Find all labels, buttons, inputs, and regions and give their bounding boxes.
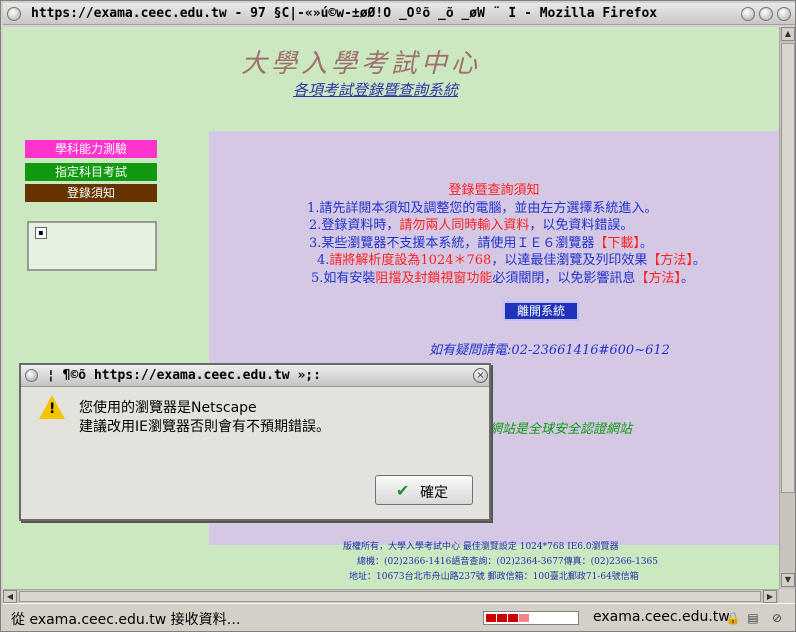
menu-designated-subjects[interactable]: 指定科目考試: [25, 163, 157, 181]
contact-phone: 如有疑問請電:02-23661416#600~612: [429, 343, 670, 358]
block-icon[interactable]: ⊘: [769, 610, 785, 626]
page-subtitle-link[interactable]: 各項考試登錄暨查詢系統: [293, 79, 458, 100]
minimize-icon[interactable]: [741, 7, 755, 21]
dialog-close-icon[interactable]: ×: [473, 368, 488, 383]
dialog-message-line-1: 您使用的瀏覽器是Netscape: [79, 400, 257, 416]
secure-site-text: 網站是全球安全認證網站: [489, 422, 633, 437]
notice-line-5: 5.如有安裝阻擋及封鎖視窗功能必須關閉，以免影響訊息【方法】。: [311, 271, 694, 286]
vertical-scrollbar[interactable]: ▲ ▼: [779, 27, 795, 589]
progress-bar: [483, 611, 579, 625]
ok-button[interactable]: ✔ 確定: [375, 475, 473, 505]
footer-line-2: 總機：(02)2366-1416語音查詢：(02)2364-3677傳真：(02…: [357, 557, 658, 567]
title-bar: https://exama.ceec.edu.tw - 97 §C|-«»ú©w…: [3, 3, 795, 25]
method-link-1[interactable]: 【方法】: [647, 253, 693, 268]
horizontal-scrollbar[interactable]: ◀ ▶: [3, 589, 779, 603]
dialog-title-bar: ¦ ¶©õ https://exama.ceec.edu.tw »;: ×: [21, 365, 489, 387]
page-info-icon[interactable]: ▤: [745, 610, 761, 626]
broken-image-icon: ▪: [35, 227, 47, 239]
status-domain: exama.ceec.edu.tw: [593, 609, 730, 625]
footer-line-1: 版權所有，大學入學考試中心 最佳瀏覽設定 1024*768 IE6.0瀏覽器: [343, 542, 619, 552]
scroll-left-icon[interactable]: ◀: [3, 590, 17, 603]
site-logo: 大學入學考試中心: [241, 49, 482, 79]
window-title: https://exama.ceec.edu.tw - 97 §C|-«»ú©w…: [31, 6, 658, 21]
status-bar: 從 exama.ceec.edu.tw 接收資料… exama.ceec.edu…: [3, 603, 795, 631]
scroll-down-icon[interactable]: ▼: [781, 573, 795, 587]
dialog-title: ¦ ¶©õ https://exama.ceec.edu.tw »;:: [47, 368, 321, 383]
alert-dialog: ¦ ¶©õ https://exama.ceec.edu.tw »;: × ! …: [19, 363, 491, 521]
menu-ability-test[interactable]: 學科能力測驗: [25, 140, 157, 158]
browser-window: https://exama.ceec.edu.tw - 97 §C|-«»ú©w…: [0, 0, 796, 632]
dialog-message-line-2: 建議改用IE瀏覽器否則會有不預期錯誤。: [79, 419, 330, 435]
menu-login-notice[interactable]: 登錄須知: [25, 184, 157, 202]
notice-line-4: 4.請將解析度設為1024＊768，以達最佳瀏覽及列印效果【方法】。: [317, 253, 706, 268]
horizontal-scroll-thumb[interactable]: [19, 591, 761, 602]
scroll-right-icon[interactable]: ▶: [763, 590, 777, 603]
scroll-up-icon[interactable]: ▲: [781, 27, 795, 41]
maximize-icon[interactable]: [759, 7, 773, 21]
check-icon: ✔: [396, 481, 410, 500]
side-image-box: ▪: [27, 221, 157, 271]
window-menu-icon[interactable]: [7, 7, 21, 21]
notice-title: 登錄暨查詢須知: [448, 183, 540, 198]
status-text: 從 exama.ceec.edu.tw 接收資料…: [11, 612, 241, 628]
close-icon[interactable]: [777, 7, 791, 21]
ok-button-label: 確定: [420, 485, 448, 501]
method-link-2[interactable]: 【方法】: [635, 271, 681, 286]
dialog-menu-icon[interactable]: [25, 369, 38, 382]
notice-line-2: 2.登錄資料時，請勿兩人同時輸入資料，以免資料錯誤。: [309, 218, 634, 233]
lock-icon[interactable]: 🔒: [725, 610, 741, 626]
footer-line-3: 地址：10673台北市舟山路237號 郵政信箱：100臺北郵政71-64號信箱: [349, 572, 639, 582]
vertical-scroll-thumb[interactable]: [781, 43, 795, 493]
leave-system-button[interactable]: 離開系統: [503, 301, 579, 321]
